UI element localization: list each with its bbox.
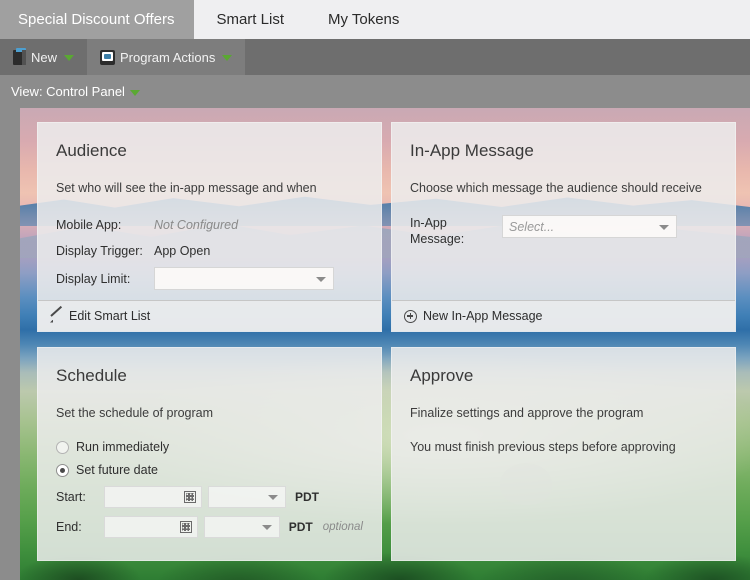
panel-audience: Audience Set who will see the in-app mes… (37, 122, 382, 332)
action-toolbar: New Program Actions (0, 39, 750, 75)
mobile-app-value: Not Configured (154, 217, 239, 232)
end-time-select[interactable] (204, 516, 280, 538)
top-tab-bar: Special Discount Offers Smart List My To… (0, 0, 750, 39)
field-row-in-app-message: In-App Message: Select... (410, 215, 717, 247)
chevron-down-icon (316, 276, 326, 282)
display-trigger-label: Display Trigger: (56, 243, 143, 258)
panel-audience-description: Set who will see the in-app message and … (56, 181, 317, 195)
start-label: Start: (56, 490, 86, 504)
end-date-input[interactable] (104, 516, 199, 538)
end-label: End: (56, 520, 82, 534)
program-actions-icon (100, 49, 116, 65)
program-actions-button[interactable]: Program Actions (87, 39, 246, 75)
tab-label: My Tokens (327, 11, 400, 28)
panel-approve-title: Approve (410, 366, 474, 385)
panel-in-app-message-description: Choose which message the audience should… (410, 181, 702, 195)
panel-schedule-title: Schedule (56, 366, 127, 385)
new-button-label: New (31, 49, 58, 65)
panel-schedule-description: Set the schedule of program (56, 406, 214, 420)
control-panel-canvas: Audience Set who will see the in-app mes… (20, 108, 750, 580)
chevron-down-icon[interactable] (129, 89, 140, 96)
field-row-mobile-app: Mobile App: Not Configured (56, 215, 363, 234)
chevron-down-icon (659, 224, 669, 230)
radio-button (56, 440, 69, 454)
mobile-app-label: Mobile App: (56, 217, 122, 232)
schedule-start-row: Start: PDT (56, 486, 363, 508)
panel-schedule-body: Schedule Set the schedule of program Run… (38, 348, 381, 560)
panel-in-app-message-footer: New In-App Message (392, 300, 735, 331)
new-button[interactable]: New (0, 39, 87, 75)
tab-label: Special Discount Offers (18, 11, 175, 28)
start-date-input[interactable] (104, 486, 202, 508)
panel-approve-description: Finalize settings and approve the progra… (410, 406, 644, 420)
view-selector-label: View: Control Panel (11, 84, 125, 99)
chevron-down-icon[interactable] (222, 55, 233, 61)
chevron-down-icon[interactable] (64, 55, 75, 61)
panel-approve: Approve Finalize settings and approve th… (391, 347, 736, 561)
panel-audience-body: Audience Set who will see the in-app mes… (38, 123, 381, 300)
display-trigger-value: App Open (154, 243, 211, 258)
panel-audience-footer: Edit Smart List (38, 300, 381, 331)
new-document-icon (13, 47, 26, 65)
panel-in-app-message: In-App Message Choose which message the … (391, 122, 736, 332)
schedule-end-row: End: PDT optional (56, 516, 363, 538)
panel-audience-title: Audience (56, 141, 127, 160)
in-app-message-label: In-App Message: (410, 216, 465, 246)
tab-special-discount-offers[interactable]: Special Discount Offers (0, 0, 195, 39)
end-timezone: PDT (288, 520, 313, 534)
pencil-icon (50, 310, 63, 323)
calendar-icon[interactable] (184, 491, 196, 503)
app-window: Special Discount Offers Smart List My To… (0, 0, 750, 580)
display-limit-label: Display Limit: (56, 271, 131, 286)
view-bar: View: Control Panel (0, 75, 750, 108)
new-in-app-message-link[interactable]: New In-App Message (423, 309, 543, 323)
end-optional-note: optional (322, 521, 363, 533)
chevron-down-icon (261, 525, 272, 530)
plus-circle-icon (404, 309, 417, 323)
in-app-message-select[interactable]: Select... (502, 215, 677, 238)
field-row-display-limit: Display Limit: (56, 267, 363, 290)
field-row-display-trigger: Display Trigger: App Open (56, 241, 363, 260)
program-actions-label: Program Actions (120, 49, 216, 65)
panel-schedule: Schedule Set the schedule of program Run… (37, 347, 382, 561)
radio-label: Run immediately (76, 440, 170, 454)
radio-set-future-date[interactable]: Set future date (56, 463, 363, 477)
radio-run-immediately[interactable]: Run immediately (56, 440, 363, 454)
radio-label: Set future date (76, 463, 159, 477)
start-timezone: PDT (295, 490, 319, 504)
in-app-message-placeholder: Select... (509, 219, 555, 234)
panel-approve-body: Approve Finalize settings and approve th… (392, 348, 735, 560)
panel-in-app-message-body: In-App Message Choose which message the … (392, 123, 735, 300)
start-time-select[interactable] (208, 486, 286, 508)
tab-label: Smart List (216, 11, 284, 28)
tab-smart-list[interactable]: Smart List (194, 0, 306, 39)
chevron-down-icon (268, 495, 278, 500)
tab-my-tokens[interactable]: My Tokens (306, 0, 421, 39)
calendar-icon[interactable] (180, 521, 193, 533)
panel-in-app-message-title: In-App Message (410, 141, 534, 160)
radio-button-selected (56, 463, 69, 477)
edit-smart-list-link[interactable]: Edit Smart List (69, 309, 150, 323)
display-limit-select[interactable] (154, 267, 334, 290)
panel-approve-note: You must finish previous steps before ap… (410, 440, 676, 454)
